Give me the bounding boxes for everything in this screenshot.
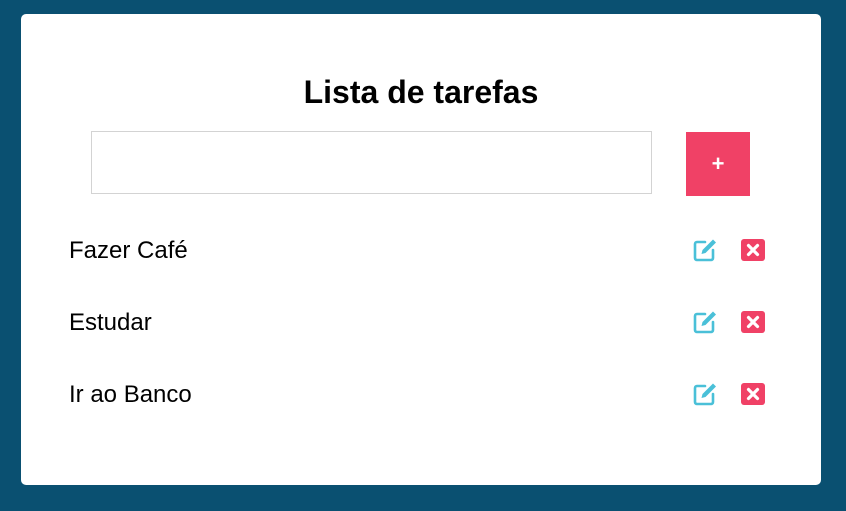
add-task-button[interactable]: + [686,132,750,196]
task-item: Fazer Café [69,233,767,305]
edit-task-button[interactable] [693,310,717,334]
task-item: Estudar [69,305,767,377]
task-item: Ir ao Banco [69,377,767,449]
close-icon [741,311,765,333]
todo-card: Lista de tarefas + Fazer Café Estudar Ir… [21,14,821,485]
close-icon [741,383,765,405]
delete-task-button[interactable] [741,238,765,262]
task-label: Ir ao Banco [69,381,192,408]
edit-task-button[interactable] [693,238,717,262]
edit-icon [693,311,716,334]
close-icon [741,239,765,261]
task-input[interactable] [91,131,652,194]
edit-task-button[interactable] [693,382,717,406]
delete-task-button[interactable] [741,382,765,406]
edit-icon [693,239,716,262]
edit-icon [693,383,716,406]
task-list: Fazer Café Estudar Ir ao Banco [69,233,767,449]
task-label: Estudar [69,309,152,336]
page-title: Lista de tarefas [303,74,539,110]
task-label: Fazer Café [69,237,188,264]
delete-task-button[interactable] [741,310,765,334]
